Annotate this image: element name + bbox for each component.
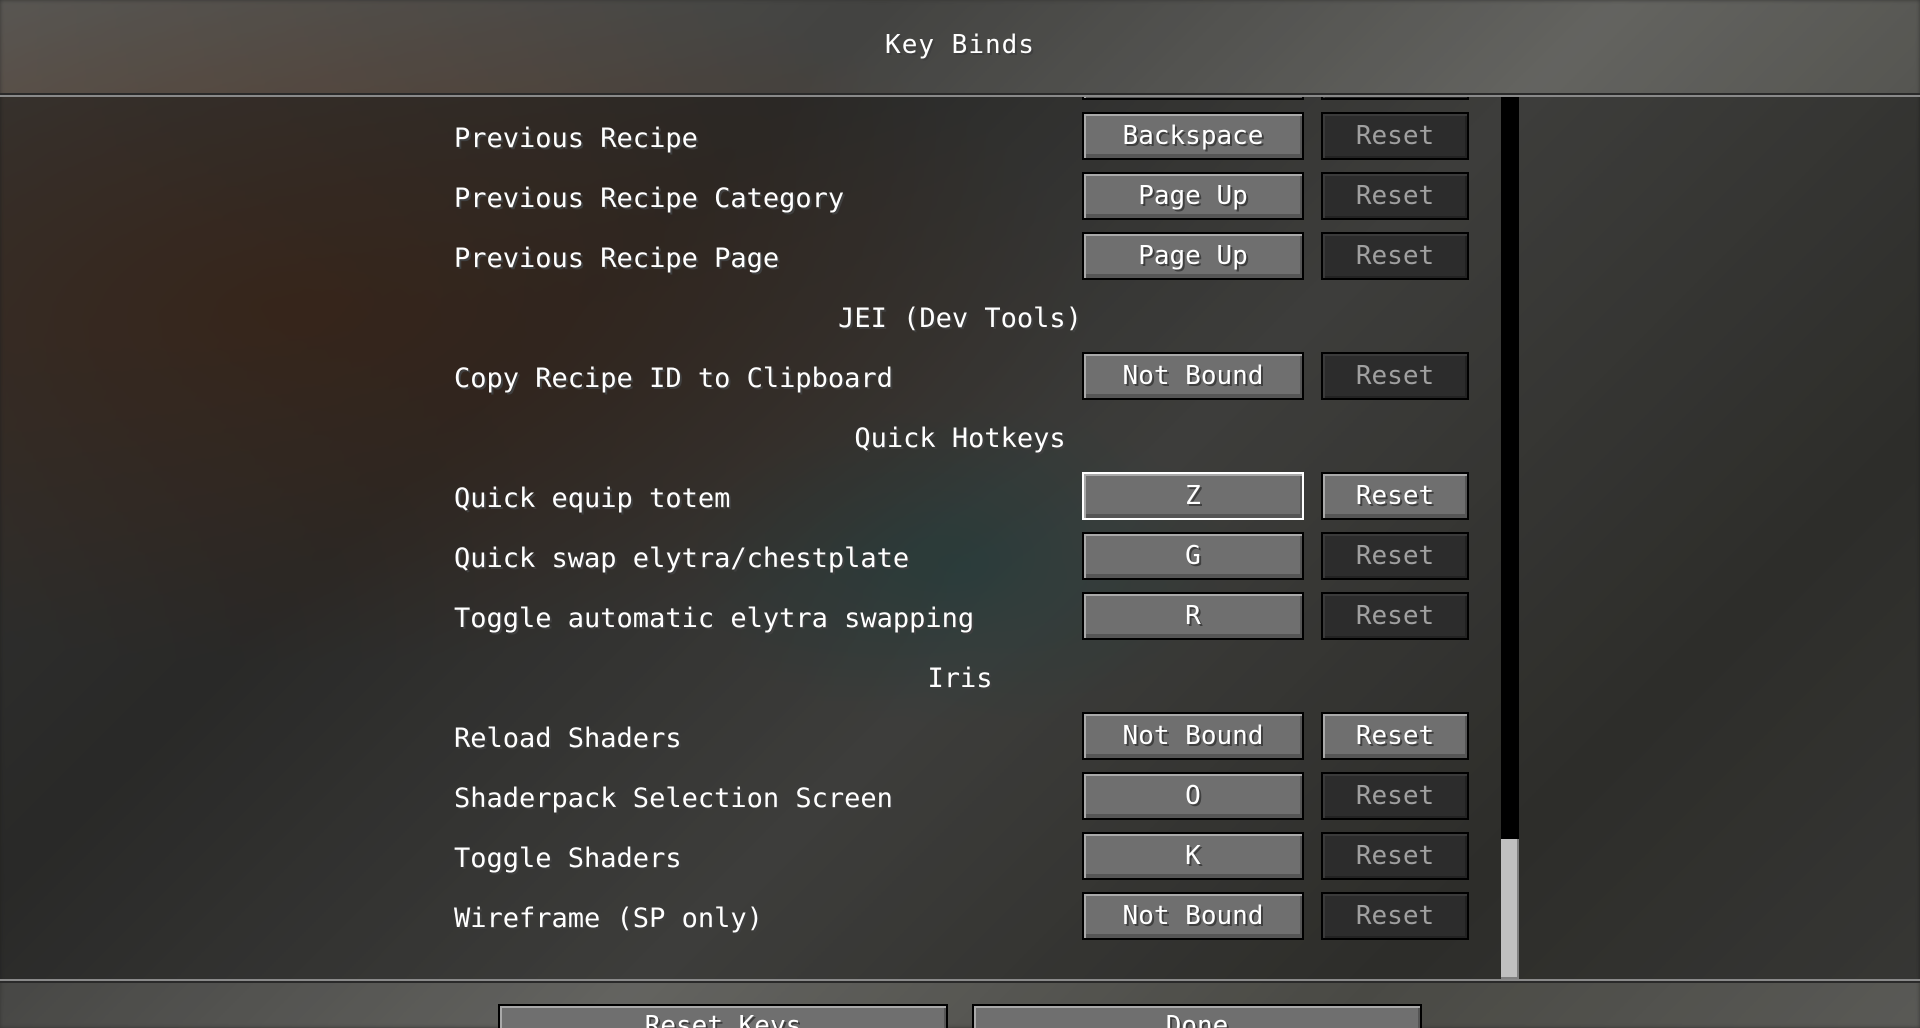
reset-binding-button: Reset (1321, 112, 1469, 160)
key-binding-button[interactable]: Backspace (1082, 112, 1304, 160)
key-binding-button[interactable]: Page Up (1082, 172, 1304, 220)
category-header: Iris (0, 649, 1920, 709)
keybind-row: Shaderpack Selection Screen O Reset (0, 769, 1920, 829)
key-binding-button[interactable]: Page Up (1082, 232, 1304, 280)
category-title: JEI (Dev Tools) (838, 303, 1082, 334)
keybind-row: Previous Recipe Backspace Reset (0, 109, 1920, 169)
key-binding-button[interactable]: G (1082, 532, 1304, 580)
keybind-label: Copy Recipe ID to Clipboard (454, 363, 893, 394)
key-binding-button[interactable]: Not Bound (1082, 352, 1304, 400)
key-binding-button[interactable]: Z (1082, 472, 1304, 520)
key-binding-button[interactable]: O (1082, 772, 1304, 820)
keybind-label: Toggle Shaders (454, 843, 682, 874)
keybind-label: Reload Shaders (454, 723, 682, 754)
keybind-label: Previous Recipe (454, 123, 698, 154)
reset-binding-button: Reset (1321, 97, 1469, 100)
keybind-row: Toggle automatic elytra swapping R Reset (0, 589, 1920, 649)
keybind-label: Previous Recipe Page (454, 243, 780, 274)
key-binding-button[interactable]: Not Bound (1082, 892, 1304, 940)
keybind-list-content: Next Recipe PagePage DownResetPrevious R… (0, 97, 1920, 949)
scrollbar-thumb[interactable] (1501, 839, 1519, 979)
reset-binding-button: Reset (1321, 352, 1469, 400)
keybind-label: Quick swap elytra/chestplate (454, 543, 910, 574)
keybind-row: Quick swap elytra/chestplate G Reset (0, 529, 1920, 589)
key-binding-button[interactable]: R (1082, 592, 1304, 640)
done-button[interactable]: Done (972, 1004, 1422, 1028)
reset-binding-button: Reset (1321, 832, 1469, 880)
keybind-row: Copy Recipe ID to Clipboard Not Bound Rese… (0, 349, 1920, 409)
keybind-row: Toggle Shaders K Reset (0, 829, 1920, 889)
reset-binding-button: Reset (1321, 232, 1469, 280)
reset-binding-button[interactable]: Reset (1321, 472, 1469, 520)
reset-binding-button: Reset (1321, 592, 1469, 640)
key-binding-button[interactable]: K (1082, 832, 1304, 880)
reset-binding-button: Reset (1321, 892, 1469, 940)
key-binding-button[interactable]: Not Bound (1082, 712, 1304, 760)
keybind-label: Shaderpack Selection Screen (454, 783, 893, 814)
reset-binding-button: Reset (1321, 772, 1469, 820)
list-scrollbar[interactable] (1501, 97, 1519, 979)
reset-binding-button[interactable]: Reset (1321, 712, 1469, 760)
keybind-label: Quick equip totem (454, 483, 731, 514)
reset-binding-button: Reset (1321, 532, 1469, 580)
category-title: Iris (927, 663, 993, 694)
category-header: Quick Hotkeys (0, 409, 1920, 469)
screen-title: Key Binds (885, 30, 1035, 60)
footer-separator (0, 979, 1920, 983)
keybind-row: Previous Recipe Page Page Up Reset (0, 229, 1920, 289)
keybind-row: Previous Recipe Category Page Up Reset (0, 169, 1920, 229)
keybind-label: Wireframe (SP only) (454, 903, 763, 934)
keybind-label: Previous Recipe Category (454, 183, 845, 214)
reset-keys-button[interactable]: Reset Keys (498, 1004, 948, 1028)
category-title: Quick Hotkeys (854, 423, 1066, 454)
category-header: JEI (Dev Tools) (0, 289, 1920, 349)
reset-binding-button: Reset (1321, 172, 1469, 220)
keybind-row: Next Recipe PagePage DownReset (0, 97, 1920, 109)
keybind-label: Toggle automatic elytra swapping (454, 603, 975, 634)
screen-header: Key Binds (0, 0, 1920, 97)
key-binding-button[interactable]: Page Down (1082, 97, 1304, 100)
keybind-list[interactable]: Next Recipe PagePage DownResetPrevious R… (0, 97, 1920, 979)
keybind-row: Quick equip totem Z Reset (0, 469, 1920, 529)
keybind-row: Reload Shaders Not Bound Reset (0, 709, 1920, 769)
keybind-row: Wireframe (SP only) Not Bound Reset (0, 889, 1920, 949)
